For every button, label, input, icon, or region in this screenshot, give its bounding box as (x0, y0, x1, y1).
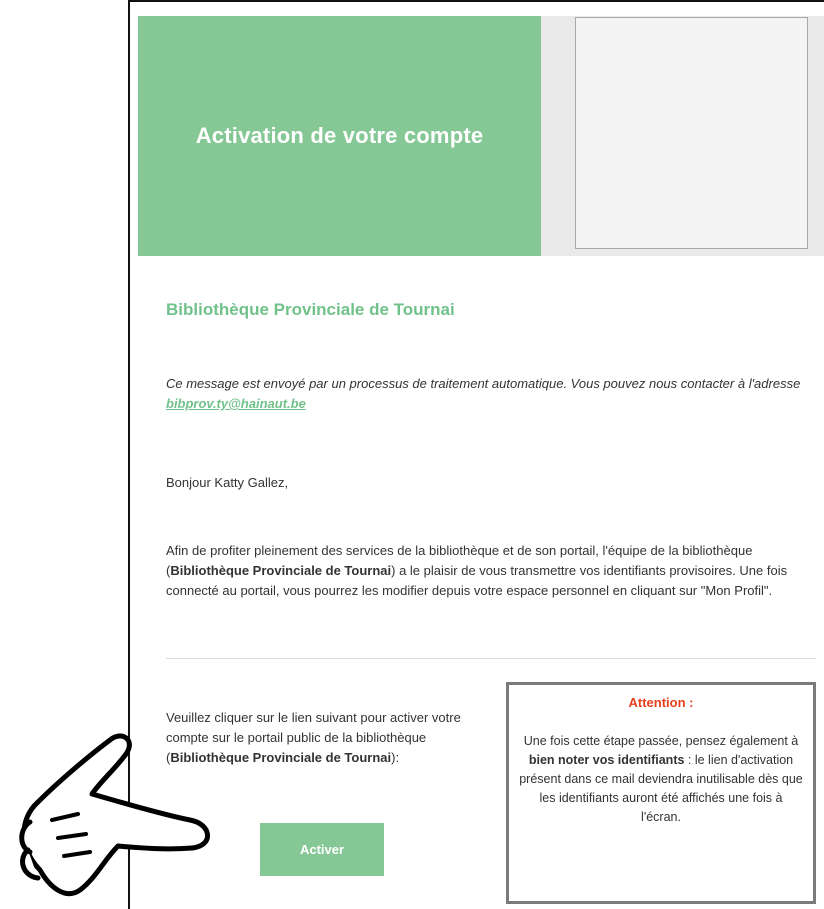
attention-emphasis: bien noter vos identifiants (528, 753, 685, 767)
attention-box: Attention : Une fois cette étape passée,… (506, 682, 816, 904)
automatic-message-notice: Ce message est envoyé par un processus d… (166, 374, 806, 414)
intro-paragraph: Afin de profiter pleinement des services… (166, 541, 818, 601)
attention-body: Une fois cette étape passée, pensez égal… (519, 732, 803, 827)
banner-title: Activation de votre compte (195, 123, 484, 148)
pointing-hand-icon (19, 733, 210, 897)
attention-text-1: Une fois cette étape passée, pensez égal… (523, 734, 799, 748)
contact-email-link[interactable]: bibprov.ty@hainaut.be (166, 396, 306, 411)
notice-text: Ce message est envoyé par un processus d… (166, 376, 801, 391)
library-name: Bibliothèque Provinciale de Tournai (166, 300, 455, 319)
greeting: Bonjour Katty Gallez, (166, 475, 289, 490)
activation-text-2: ): (391, 750, 400, 765)
divider (166, 658, 816, 659)
attention-title: Attention : (628, 695, 694, 710)
header-banner: Activation de votre compte (138, 16, 541, 256)
intro-library-name: Bibliothèque Provinciale de Tournai (170, 563, 392, 578)
library-logo-placeholder (575, 17, 808, 249)
activate-button[interactable]: Activer (260, 823, 384, 876)
